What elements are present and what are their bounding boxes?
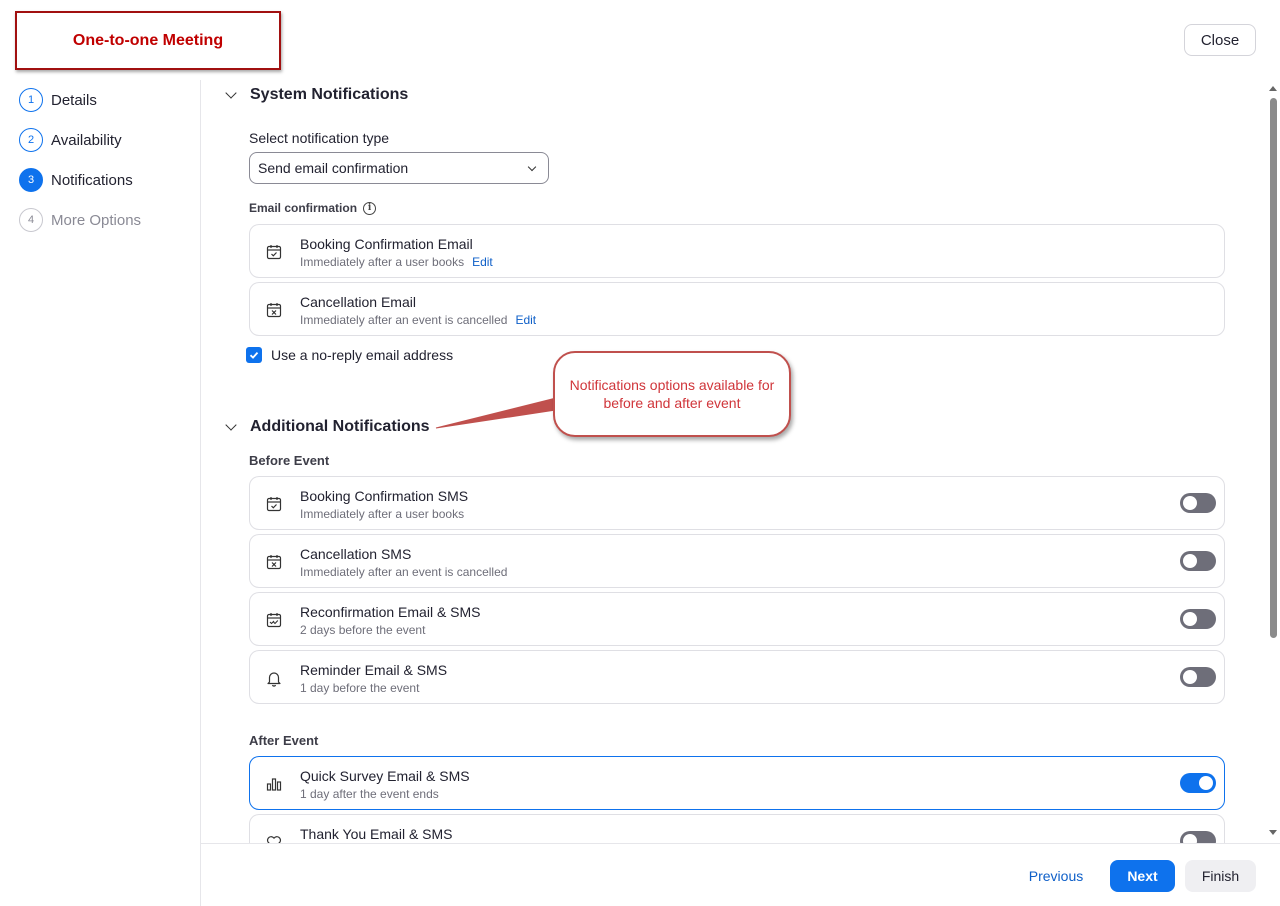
email-confirmation-text: Email confirmation [249, 201, 358, 215]
card-subtitle-text: Immediately after an event is cancelled [300, 313, 508, 327]
footer-bar: Previous Next Finish [201, 843, 1280, 906]
notification-type-select[interactable]: Send email confirmation [249, 152, 549, 184]
calendar-check-icon [266, 497, 282, 512]
step-more-options[interactable]: 4 More Options [19, 208, 141, 232]
card-subtitle: 1 day before the event [300, 681, 420, 695]
select-value: Send email confirmation [258, 160, 409, 176]
section-title: Additional Notifications [250, 418, 430, 435]
booking-confirmation-sms-toggle[interactable] [1180, 493, 1216, 513]
card-subtitle: Immediately after a user books Edit [300, 255, 493, 269]
step-number: 4 [19, 208, 43, 232]
email-confirmation-label: Email confirmation i [249, 201, 377, 215]
step-details[interactable]: 1 Details [19, 88, 97, 112]
heart-icon [267, 836, 281, 843]
noreply-label: Use a no-reply email address [271, 347, 454, 363]
card-subtitle: Immediately after a user books [300, 507, 465, 521]
quick-survey-card: Quick Survey Email & SMS 1 day after the… [249, 756, 1225, 810]
cancellation-sms-toggle[interactable] [1180, 551, 1216, 571]
meeting-title-box: One-to-one Meeting [15, 11, 281, 70]
step-number: 3 [19, 168, 43, 192]
card-title: Thank You Email & SMS [300, 826, 453, 842]
scroll-down-icon[interactable] [1269, 830, 1277, 835]
edit-link[interactable]: Edit [472, 255, 493, 269]
card-title: Cancellation SMS [300, 546, 412, 562]
step-label: Availability [51, 131, 122, 149]
thank-you-card: Thank You Email & SMS [249, 814, 1225, 843]
notifications-content: System Notifications Select notification… [201, 80, 1267, 843]
info-icon[interactable]: i [363, 201, 377, 215]
before-event-label: Before Event [249, 453, 330, 468]
annotation-callout: Notifications options available for befo… [553, 351, 791, 437]
bell-icon [267, 672, 281, 687]
scroll-up-icon[interactable] [1269, 86, 1277, 91]
thank-you-toggle[interactable] [1180, 831, 1216, 843]
select-notification-label: Select notification type [249, 130, 390, 146]
finish-button[interactable]: Finish [1185, 860, 1256, 892]
calendar-double-check-icon [266, 613, 282, 628]
reconfirmation-card: Reconfirmation Email & SMS 2 days before… [249, 592, 1225, 646]
close-button[interactable]: Close [1184, 24, 1256, 56]
chevron-down-icon [225, 87, 237, 99]
card-subtitle: Immediately after an event is cancelled [300, 565, 508, 579]
card-subtitle-text: Immediately after a user books [300, 255, 465, 269]
system-notifications-header[interactable]: System Notifications [225, 86, 409, 104]
section-title: System Notifications [250, 86, 409, 103]
step-notifications[interactable]: 3 Notifications [19, 168, 133, 192]
card-title: Booking Confirmation SMS [300, 488, 469, 504]
card-title: Reconfirmation Email & SMS [300, 604, 481, 620]
scrollbar[interactable] [1267, 80, 1280, 843]
after-event-label: After Event [249, 733, 319, 748]
booking-confirmation-email-card[interactable]: Booking Confirmation Email Immediately a… [249, 224, 1225, 278]
next-button[interactable]: Next [1110, 860, 1175, 892]
step-number: 2 [19, 128, 43, 152]
meeting-title: One-to-one Meeting [72, 31, 224, 49]
card-subtitle: 2 days before the event [300, 623, 426, 637]
callout-text: Notifications options available for befo… [569, 377, 775, 411]
calendar-check-icon [266, 245, 282, 260]
calendar-x-icon [266, 303, 282, 318]
checkmark-icon [249, 351, 259, 359]
bar-chart-icon [266, 778, 282, 791]
noreply-checkbox[interactable] [246, 347, 262, 363]
step-sidebar: 1 Details 2 Availability 3 Notifications… [0, 80, 201, 906]
scrollbar-thumb[interactable] [1270, 98, 1277, 638]
edit-link[interactable]: Edit [515, 313, 536, 327]
chevron-down-icon [527, 162, 537, 172]
previous-button[interactable]: Previous [1019, 860, 1093, 892]
chevron-down-icon [225, 419, 237, 431]
step-number: 1 [19, 88, 43, 112]
toggle-knob [1183, 612, 1197, 626]
step-label: Notifications [51, 171, 133, 189]
reminder-toggle[interactable] [1180, 667, 1216, 687]
cancellation-email-card[interactable]: Cancellation Email Immediately after an … [249, 282, 1225, 336]
toggle-knob [1183, 554, 1197, 568]
toggle-knob [1183, 834, 1197, 843]
card-title: Booking Confirmation Email [300, 236, 473, 252]
additional-notifications-header[interactable]: Additional Notifications [225, 418, 430, 436]
card-title: Reminder Email & SMS [300, 662, 448, 678]
toggle-knob [1199, 776, 1213, 790]
toggle-knob [1183, 496, 1197, 510]
card-subtitle: Immediately after an event is cancelled E… [300, 313, 536, 327]
step-label: More Options [51, 211, 142, 229]
booking-confirmation-sms-card: Booking Confirmation SMS Immediately aft… [249, 476, 1225, 530]
card-title: Quick Survey Email & SMS [300, 768, 470, 784]
toggle-knob [1183, 670, 1197, 684]
step-label: Details [51, 91, 97, 109]
card-subtitle: 1 day after the event ends [300, 787, 439, 801]
reminder-card: Reminder Email & SMS 1 day before the ev… [249, 650, 1225, 704]
reconfirmation-toggle[interactable] [1180, 609, 1216, 629]
cancellation-sms-card: Cancellation SMS Immediately after an ev… [249, 534, 1225, 588]
card-title: Cancellation Email [300, 294, 416, 310]
quick-survey-toggle[interactable] [1180, 773, 1216, 793]
noreply-checkbox-row[interactable]: Use a no-reply email address [246, 347, 453, 363]
calendar-x-icon [266, 555, 282, 570]
step-availability[interactable]: 2 Availability [19, 128, 122, 152]
